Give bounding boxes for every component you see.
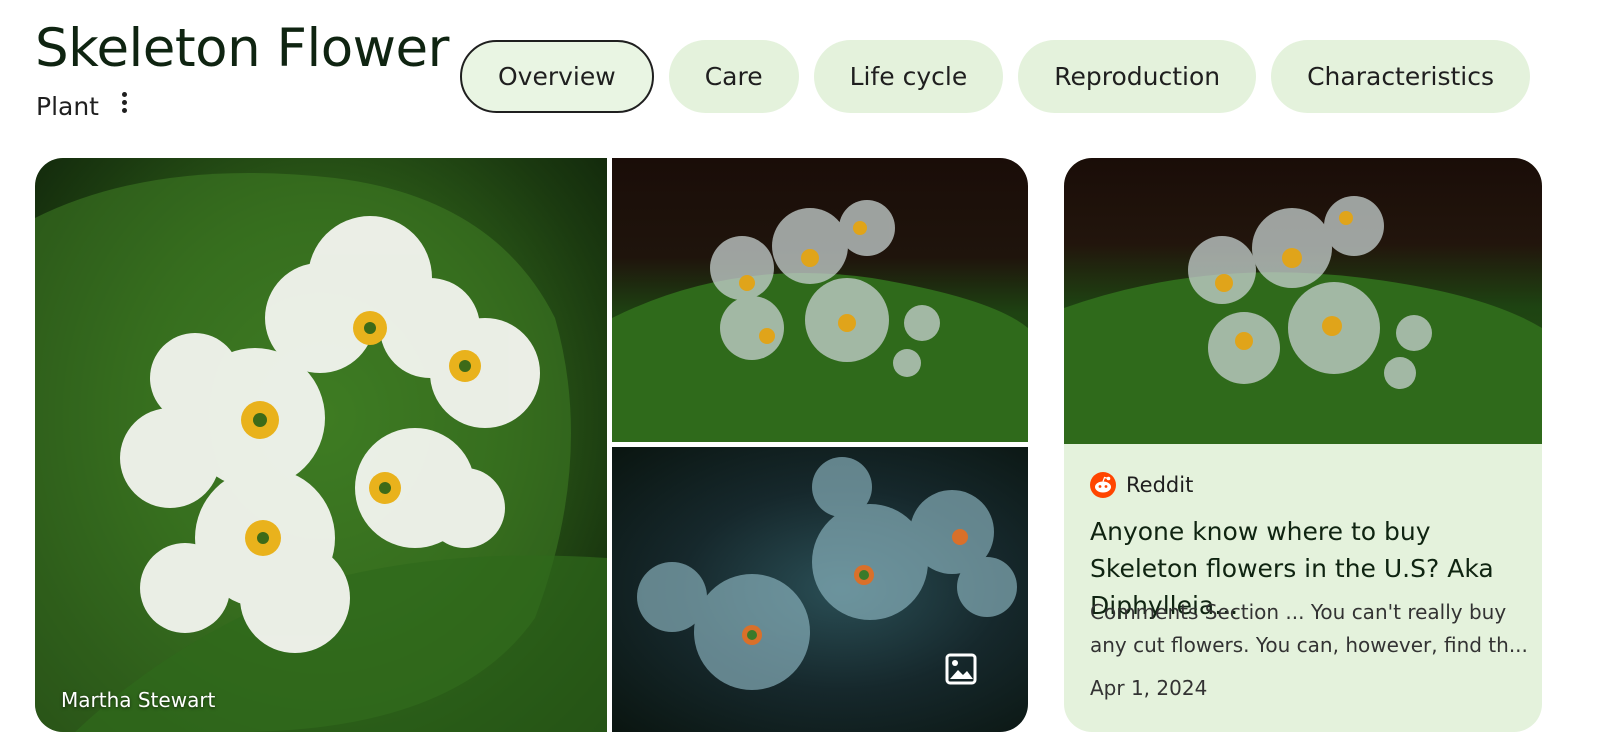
page-title: Skeleton Flower xyxy=(35,18,449,79)
image-credit[interactable]: Martha Stewart xyxy=(61,688,215,712)
blue-glass-flowers-illustration xyxy=(637,457,1017,690)
tab-life-cycle[interactable]: Life cycle xyxy=(813,40,1004,113)
more-vert-icon[interactable] xyxy=(114,88,134,116)
reddit-icon xyxy=(1090,472,1116,498)
transparent-flower-photo-2[interactable] xyxy=(612,447,1028,732)
tab-care[interactable]: Care xyxy=(668,40,799,113)
image-icon[interactable] xyxy=(942,650,980,688)
source-name: Reddit xyxy=(1126,473,1194,497)
entity-type: Plant xyxy=(36,92,99,121)
tab-characteristics[interactable]: Characteristics xyxy=(1271,40,1531,113)
glass-flowers-illustration xyxy=(612,200,1028,442)
card-thumbnail xyxy=(1064,158,1542,444)
main-flower-photo[interactable]: Martha Stewart xyxy=(35,158,607,732)
card-date: Apr 1, 2024 xyxy=(1090,676,1208,700)
image-gallery: Martha Stewart xyxy=(35,158,1028,732)
tab-overview[interactable]: Overview xyxy=(460,40,654,113)
card-snippet: Comments Section ... You can't really bu… xyxy=(1090,600,1528,657)
white-flowers-illustration xyxy=(35,173,607,732)
tab-bar: Overview Care Life cycle Reproduction Ch… xyxy=(460,40,1531,113)
transparent-flower-photo-1[interactable] xyxy=(612,158,1028,442)
tab-reproduction[interactable]: Reproduction xyxy=(1018,40,1257,113)
card-flower-illustration xyxy=(1064,196,1542,444)
card-source: Reddit xyxy=(1090,472,1193,498)
reddit-result-card[interactable]: Reddit Anyone know where to buy Skeleton… xyxy=(1064,158,1542,732)
